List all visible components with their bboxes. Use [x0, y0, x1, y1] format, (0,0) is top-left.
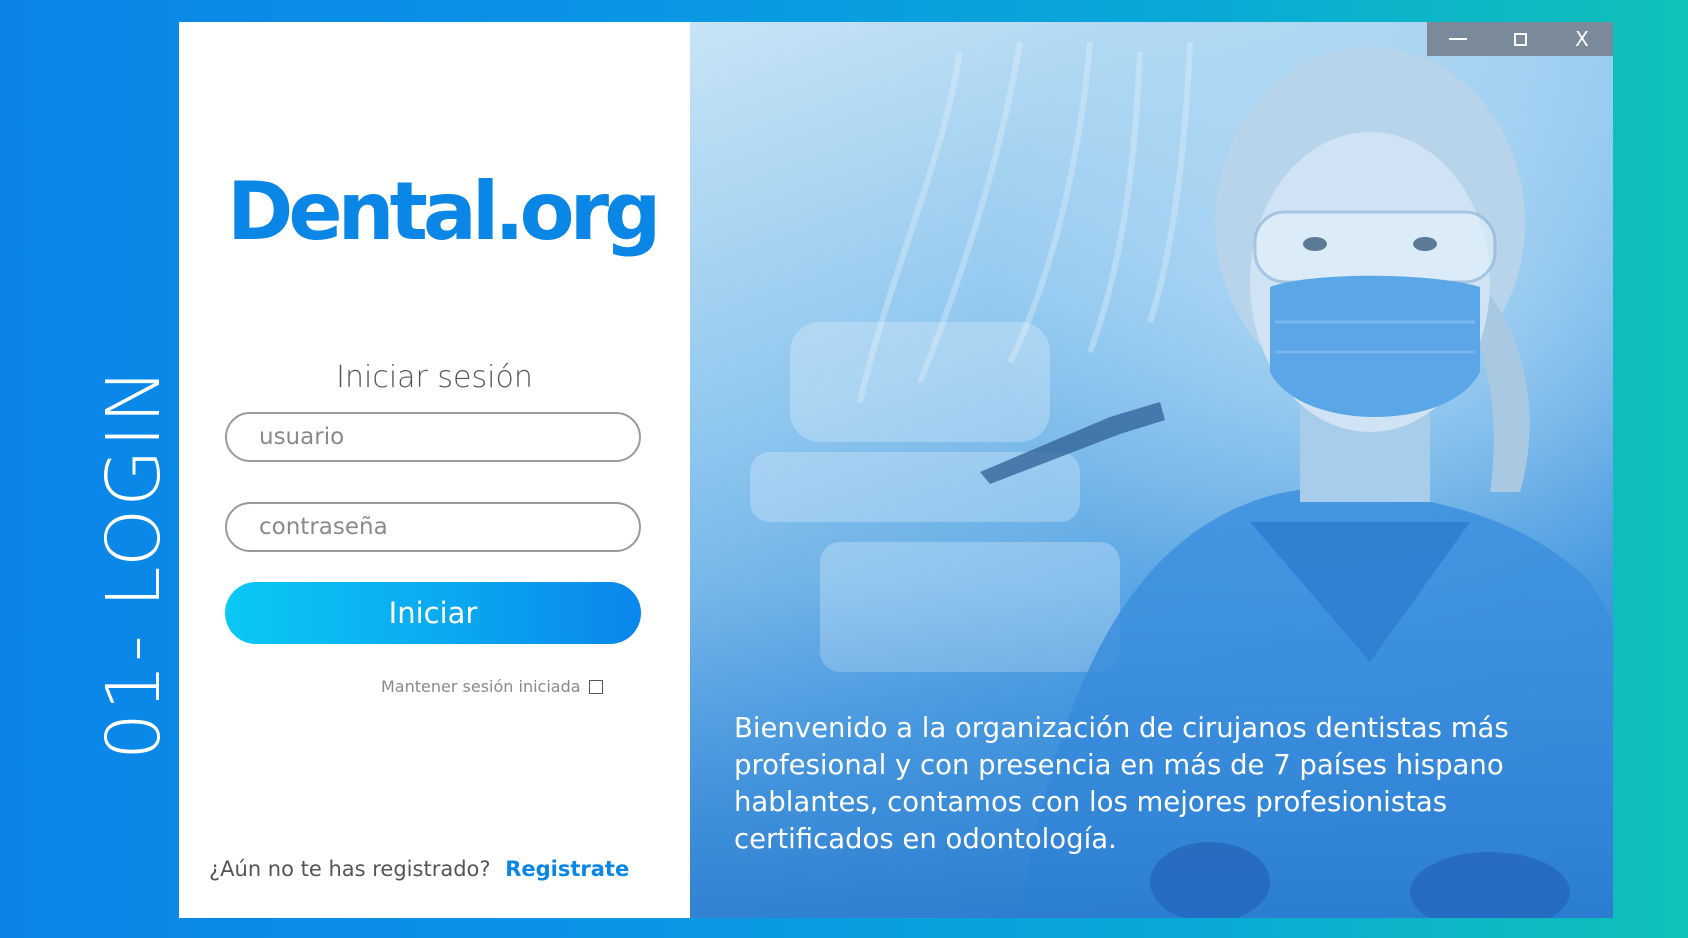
register-prompt: ¿Aún no te has registrado? — [209, 857, 491, 881]
window-controls: X — [1427, 22, 1613, 56]
minimize-icon — [1449, 38, 1467, 40]
login-window: Dental.org Iniciar sesión Iniciar Manten… — [179, 22, 1613, 918]
keep-session-checkbox[interactable] — [588, 679, 603, 694]
password-input[interactable] — [225, 502, 641, 552]
register-link[interactable]: Registrate — [505, 857, 629, 881]
hero-panel: Bienvenido a la organización de cirujano… — [690, 22, 1613, 918]
register-row: ¿Aún no te has registrado? Registrate — [209, 857, 629, 881]
form-title: Iniciar sesión — [336, 360, 533, 395]
login-panel: Dental.org Iniciar sesión Iniciar Manten… — [179, 22, 690, 918]
keep-session-label: Mantener sesión iniciada — [381, 677, 581, 696]
app-logo: Dental.org — [227, 165, 661, 258]
keep-session-row: Mantener sesión iniciada — [381, 677, 603, 696]
welcome-message: Bienvenido a la organización de cirujano… — [734, 712, 1509, 855]
section-label: 01- LOGIN — [91, 366, 177, 760]
maximize-button[interactable] — [1489, 22, 1551, 56]
maximize-icon — [1513, 32, 1527, 46]
minimize-button[interactable] — [1427, 22, 1489, 56]
login-button[interactable]: Iniciar — [225, 582, 641, 644]
username-input[interactable] — [225, 412, 641, 462]
close-button[interactable]: X — [1551, 22, 1613, 56]
